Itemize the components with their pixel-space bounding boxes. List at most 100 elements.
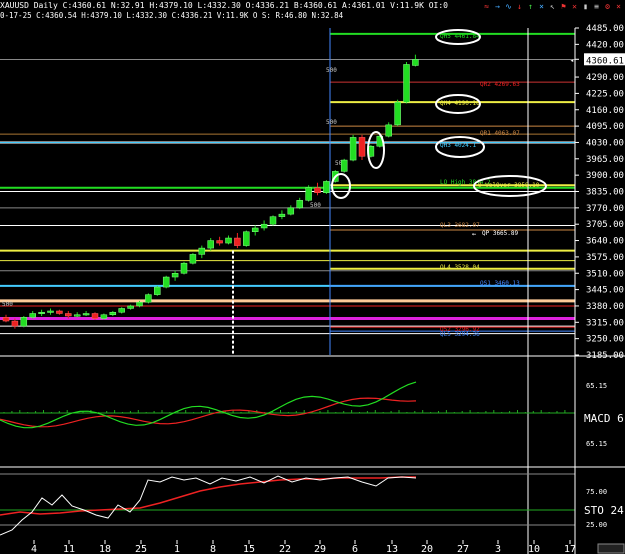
candle-body bbox=[73, 314, 81, 317]
price-tick-label: 4420.00 bbox=[586, 40, 624, 50]
candle-body bbox=[251, 227, 259, 232]
date-tick-label: 29 bbox=[314, 544, 326, 554]
candle-body bbox=[340, 159, 348, 172]
candle-body bbox=[358, 137, 366, 157]
current-price-label: 4360.61 bbox=[586, 56, 624, 66]
candle-body bbox=[145, 294, 152, 303]
candle-body bbox=[305, 187, 312, 201]
grid-label: 500 bbox=[326, 67, 337, 74]
price-tick-label: 4095.00 bbox=[586, 122, 624, 132]
level-label: QH4 4190.16 bbox=[440, 100, 480, 107]
date-tick-label: 10 bbox=[528, 544, 540, 554]
price-tick-label: 3445.00 bbox=[586, 286, 624, 296]
level-label: QR2 4269.63 bbox=[480, 81, 520, 88]
date-tick-label: 17 bbox=[564, 544, 576, 554]
price-tick-label: 4485.00 bbox=[586, 24, 624, 34]
date-tick-label: 6 bbox=[352, 544, 358, 554]
macd-line bbox=[0, 381, 417, 429]
sto-tick-label: 25.00 bbox=[586, 521, 607, 529]
candle-body bbox=[385, 124, 392, 137]
price-chart[interactable]: 500500500500500 QH5 4461.84QR2 4269.63QH… bbox=[0, 0, 625, 554]
candle-body bbox=[269, 216, 277, 225]
price-tick-label: 3900.00 bbox=[586, 171, 624, 181]
candle-body bbox=[171, 273, 179, 278]
candle-body bbox=[56, 310, 63, 314]
sto-panel-label: STO 24 bbox=[584, 504, 624, 517]
candle-body bbox=[243, 231, 250, 246]
candle-body bbox=[394, 101, 401, 126]
candle-body bbox=[225, 237, 232, 244]
candle-body bbox=[216, 240, 223, 244]
price-tick-label: 3705.00 bbox=[586, 220, 624, 230]
candle-body bbox=[180, 262, 188, 274]
candle-body bbox=[127, 305, 134, 309]
candle-body bbox=[287, 207, 295, 215]
price-tick-label: 3510.00 bbox=[586, 269, 624, 279]
candle-body bbox=[403, 64, 410, 103]
date-tick-label: 25 bbox=[135, 544, 147, 554]
candle-body bbox=[314, 187, 321, 194]
price-tick-label: 3250.00 bbox=[586, 335, 624, 345]
sto-tick-label: 75.00 bbox=[586, 488, 607, 496]
candle-body bbox=[412, 59, 419, 66]
candle-body bbox=[47, 310, 54, 313]
price-tick-label: 4160.00 bbox=[586, 106, 624, 116]
price-pointer-icon: ◂ bbox=[570, 56, 574, 64]
level-label: QP 3665.89 bbox=[482, 230, 519, 237]
level-label: QR1 4063.07 bbox=[480, 130, 520, 137]
date-tick-label: 3 bbox=[495, 544, 501, 554]
candle-body bbox=[100, 314, 108, 319]
candle-body bbox=[323, 181, 330, 194]
date-tick-label: 22 bbox=[279, 544, 291, 554]
price-tick-label: 4225.00 bbox=[586, 89, 624, 99]
candle-body bbox=[2, 317, 10, 322]
price-tick-label: 4290.00 bbox=[586, 73, 624, 83]
date-tick-label: 15 bbox=[243, 544, 255, 554]
date-tick-label: 1 bbox=[174, 544, 180, 554]
arrow-marker: ← bbox=[472, 230, 476, 238]
price-tick-label: 4030.00 bbox=[586, 138, 624, 148]
level-label: QH5 4461.84 bbox=[440, 33, 480, 40]
price-tick-label: 3770.00 bbox=[586, 204, 624, 214]
date-tick-label: 8 bbox=[210, 544, 216, 554]
candle-body bbox=[20, 317, 28, 327]
candle-body bbox=[29, 313, 36, 318]
level-label: QS1 3460.13 bbox=[480, 280, 520, 287]
price-tick-label: 3380.00 bbox=[586, 302, 624, 312]
level-label: QS2 3296.92 bbox=[440, 326, 480, 333]
candle-body bbox=[198, 247, 206, 255]
level-label: QL4 3528.04 bbox=[440, 264, 480, 271]
date-tick-label: 4 bbox=[31, 544, 37, 554]
date-tick-label: 11 bbox=[63, 544, 75, 554]
scroll-control bbox=[597, 543, 625, 554]
macd-tick-label: 65.15 bbox=[586, 382, 607, 390]
candle-body bbox=[154, 286, 161, 295]
date-tick-label: 18 bbox=[99, 544, 111, 554]
grid-label: 500 bbox=[326, 119, 337, 126]
price-tick-label: 3575.00 bbox=[586, 253, 624, 263]
candle-body bbox=[118, 308, 125, 313]
candle-body bbox=[136, 301, 143, 307]
candle-body bbox=[234, 237, 241, 246]
sto-line bbox=[0, 475, 417, 536]
candle-body bbox=[91, 313, 99, 319]
candle-body bbox=[38, 311, 45, 314]
grid-label: 500 bbox=[2, 301, 13, 308]
candle-body bbox=[65, 313, 72, 317]
candle-body bbox=[349, 137, 357, 161]
grid-label: 500 bbox=[310, 202, 321, 209]
candle-body bbox=[207, 240, 214, 249]
price-tick-label: 3640.00 bbox=[586, 237, 624, 247]
price-tick-label: 3315.00 bbox=[586, 318, 624, 328]
level-label: 0 VolOver 3858.10 bbox=[478, 182, 540, 189]
candle-body bbox=[278, 213, 286, 217]
candle-body bbox=[82, 313, 90, 316]
date-tick-label: 27 bbox=[457, 544, 469, 554]
price-tick-label: 3185.00 bbox=[586, 351, 624, 361]
candle-body bbox=[189, 254, 197, 264]
candle-body bbox=[296, 200, 303, 209]
date-tick-label: 13 bbox=[386, 544, 398, 554]
macd-panel-label: MACD 6 bbox=[584, 412, 624, 425]
level-label: QH3 4024.1 bbox=[440, 142, 477, 149]
candle-body bbox=[260, 223, 268, 229]
